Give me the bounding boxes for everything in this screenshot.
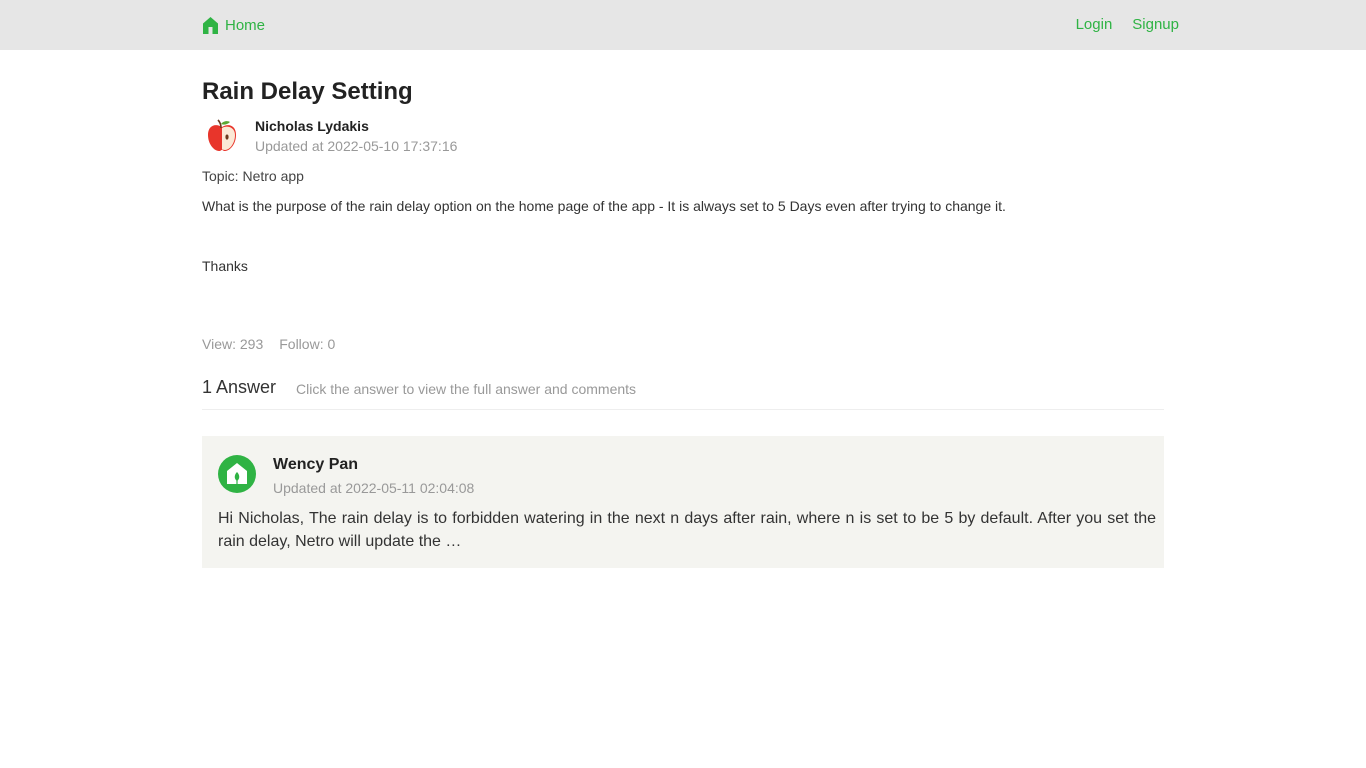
question-timestamp: Updated at 2022-05-10 17:37:16: [255, 138, 458, 154]
question-stats: View: 293 Follow: 0: [202, 336, 335, 352]
question-body-line: What is the purpose of the rain delay op…: [202, 198, 1006, 214]
author-avatar: [204, 118, 240, 154]
answer-excerpt[interactable]: Hi Nicholas, The rain delay is to forbid…: [218, 507, 1156, 553]
answer-avatar: [218, 455, 256, 493]
answers-hint: Click the answer to view the full answer…: [296, 381, 637, 397]
home-label: Home: [225, 16, 266, 34]
answers-header: 1 Answer Click the answer to view the fu…: [202, 377, 1164, 410]
question-body-line: Thanks: [202, 258, 248, 274]
auth-links: Login Signup: [1076, 16, 1179, 33]
house-icon: [218, 455, 256, 493]
answer-card[interactable]: Wency Pan Updated at 2022-05-11 02:04:08…: [202, 436, 1164, 568]
view-count: View: 293: [202, 336, 264, 352]
question-topic[interactable]: Topic: Netro app: [202, 168, 304, 184]
page-title: Rain Delay Setting: [202, 78, 413, 105]
home-icon: [202, 16, 219, 35]
answers-count: 1 Answer: [202, 377, 277, 397]
author-name[interactable]: Nicholas Lydakis: [255, 118, 369, 134]
login-link[interactable]: Login: [1076, 16, 1113, 33]
answer-author[interactable]: Wency Pan: [273, 456, 358, 474]
home-link[interactable]: Home: [202, 15, 265, 35]
follow-count: Follow: 0: [279, 336, 336, 352]
signup-link[interactable]: Signup: [1132, 16, 1179, 33]
top-navbar: Home Login Signup: [0, 0, 1366, 50]
apple-icon: [208, 119, 236, 151]
answer-timestamp: Updated at 2022-05-11 02:04:08: [273, 480, 475, 496]
